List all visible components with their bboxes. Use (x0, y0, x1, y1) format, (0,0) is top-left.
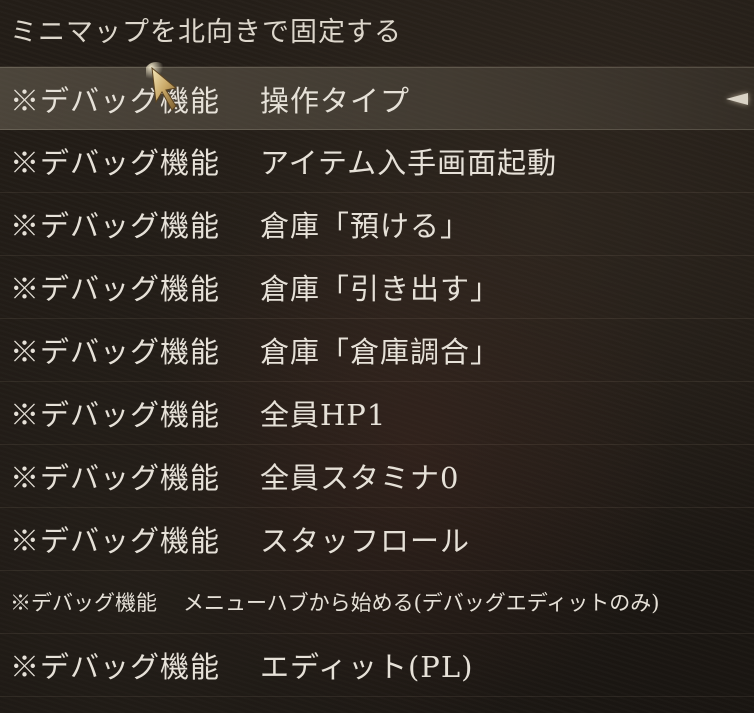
menu-item-all-hp1[interactable]: ※デバッグ機能 全員HP1 (0, 382, 754, 445)
debug-tag: ※デバッグ機能 (10, 335, 221, 369)
menu-item-storage-combine[interactable]: ※デバッグ機能 倉庫「倉庫調合」 (0, 319, 754, 382)
debug-options-menu: ミニマップを北向きで固定する ※デバッグ機能 操作タイプ ※デバッグ機能 アイテ… (0, 0, 754, 713)
menu-item-staff-roll[interactable]: ※デバッグ機能 スタッフロール (0, 508, 754, 571)
menu-item-control-type[interactable]: ※デバッグ機能 操作タイプ (0, 67, 754, 130)
menu-list: ミニマップを北向きで固定する ※デバッグ機能 操作タイプ ※デバッグ機能 アイテ… (0, 0, 754, 697)
menu-item-label: 倉庫「引き出す」 (260, 272, 501, 306)
menu-item-label: 倉庫「預ける」 (260, 209, 471, 243)
menu-item-start-from-menu-hub[interactable]: ※デバッグ機能 メニューハブから始める(デバッグエディットのみ) (0, 571, 754, 634)
debug-tag: ※デバッグ機能 (10, 524, 221, 558)
menu-item-label: ミニマップを北向きで固定する (10, 16, 402, 48)
menu-item-label: 全員スタミナ0 (260, 461, 460, 495)
menu-item-label: アイテム入手画面起動 (260, 146, 558, 180)
debug-tag: ※デバッグ機能 (10, 398, 221, 432)
menu-item-label: 全員HP1 (260, 398, 387, 432)
menu-item-storage-withdraw[interactable]: ※デバッグ機能 倉庫「引き出す」 (0, 256, 754, 319)
menu-item-minimap-north-lock[interactable]: ミニマップを北向きで固定する (0, 0, 754, 67)
menu-item-label: スタッフロール (260, 524, 471, 558)
debug-tag: ※デバッグ機能 (10, 461, 221, 495)
menu-item-all-stamina0[interactable]: ※デバッグ機能 全員スタミナ0 (0, 445, 754, 508)
menu-item-label: メニューハブから始める(デバッグエディットのみ) (183, 591, 660, 615)
debug-tag: ※デバッグ機能 (10, 650, 221, 684)
menu-item-label: 操作タイプ (260, 83, 411, 118)
arrow-left-icon (726, 92, 748, 105)
debug-tag: ※デバッグ機能 (10, 83, 221, 118)
debug-tag: ※デバッグ機能 (10, 209, 221, 243)
menu-item-edit-pl[interactable]: ※デバッグ機能 エディット(PL) (0, 634, 754, 697)
menu-item-label: 倉庫「倉庫調合」 (260, 335, 501, 369)
debug-tag: ※デバッグ機能 (10, 146, 221, 180)
menu-item-item-acquire-screen[interactable]: ※デバッグ機能 アイテム入手画面起動 (0, 130, 754, 193)
menu-item-storage-deposit[interactable]: ※デバッグ機能 倉庫「預ける」 (0, 193, 754, 256)
debug-tag: ※デバッグ機能 (10, 272, 221, 306)
debug-tag: ※デバッグ機能 (10, 591, 157, 615)
menu-item-label: エディット(PL) (260, 650, 474, 684)
